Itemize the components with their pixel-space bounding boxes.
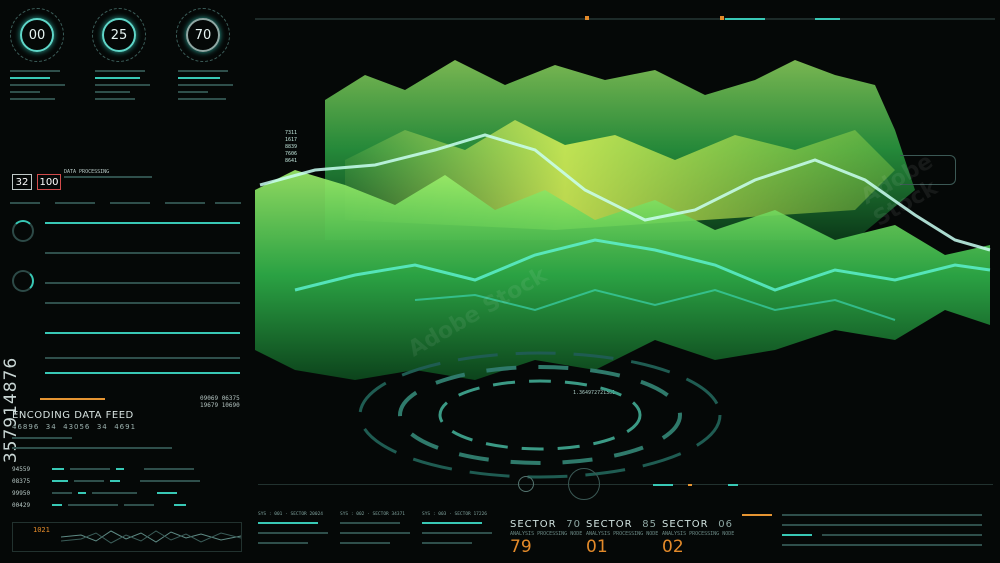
feed-number-2: 34 — [45, 423, 57, 431]
bottom-left-code: 1021 — [33, 526, 50, 534]
gauge-3: 70 — [176, 8, 230, 62]
feed-values: 09069 06375 19679 10690 — [200, 395, 245, 409]
gauge-3-dial: 70 — [186, 18, 220, 52]
system-label-3: SYS : 003 · SECTOR 17226 — [422, 512, 488, 517]
feed-title: ENCODING DATA FEED — [12, 410, 134, 421]
feed-value-1: 09069 — [200, 395, 219, 402]
feed-number-5: 4691 — [114, 423, 137, 431]
feed-underline — [12, 437, 72, 439]
progress-ring-2 — [12, 270, 34, 292]
readout-4: 7606 — [285, 151, 298, 157]
sector-2: SECTOR 85 ANALYSIS PROCESSING NODE 01 — [586, 512, 661, 557]
sector-1-value: 79 — [510, 537, 532, 557]
data-processing-bar — [64, 176, 152, 178]
gauge-1-value: 00 — [28, 27, 46, 43]
system-label-1: SYS : 001 · SECTOR 20024 — [258, 512, 324, 517]
gauge-1-dial: 00 — [20, 18, 54, 52]
value-box-100: 100 — [37, 174, 61, 190]
row-code-2: 08375 — [12, 477, 31, 485]
gauge-1: 00 — [10, 8, 64, 62]
data-grid — [10, 202, 242, 392]
feed-value-2: 06375 — [221, 395, 240, 402]
feed-numbers: 46896 34 43056 34 4691 — [12, 423, 136, 431]
system-label-2: SYS : 002 · SECTOR 34371 — [340, 512, 406, 517]
timeline-ruler — [258, 468, 993, 500]
top-ruler — [255, 12, 995, 26]
value-box-100-text: 100 — [39, 176, 59, 188]
value-box-32: 32 — [12, 174, 32, 190]
feed-number-3: 43056 — [63, 423, 91, 431]
readout-1: 7311 — [285, 130, 298, 136]
terrain-readouts: 7311 1617 8839 7606 8641 — [285, 130, 297, 165]
readout-5: 8641 — [285, 158, 298, 164]
sector-1: SECTOR 70 ANALYSIS PROCESSING NODE 79 — [510, 512, 585, 557]
progress-ring-1 — [12, 220, 34, 242]
sector-1-label: SECTOR — [510, 519, 557, 530]
feed-value-3: 19679 — [200, 402, 219, 409]
feed-value-4: 10690 — [221, 402, 240, 409]
gauge-2-value: 25 — [110, 27, 128, 43]
gauge-info-2 — [95, 70, 155, 105]
gauge-2-dial: 25 — [102, 18, 136, 52]
left-panel: 00 25 70 32 100 DATA PROCESSING 35791487… — [0, 0, 245, 563]
feed-number-1: 46896 — [12, 423, 40, 431]
readout-3: 8839 — [285, 144, 298, 150]
orange-divider — [40, 398, 105, 400]
feed-number-4: 34 — [96, 423, 108, 431]
gauge-info-3 — [178, 70, 238, 105]
bottom-right-grid — [742, 512, 992, 552]
row-code-3: 99950 — [12, 489, 31, 497]
row-code-1: 94559 — [12, 465, 31, 473]
waveform-graph — [61, 530, 241, 544]
sector-1-num: 70 — [566, 519, 581, 530]
radar-rings — [358, 351, 722, 479]
row-code-4: 00429 — [12, 501, 31, 509]
feed-underline-2 — [12, 447, 172, 449]
sector-3-label: SECTOR — [662, 519, 709, 530]
sector-2-label: SECTOR — [586, 519, 633, 530]
sector-2-value: 01 — [586, 537, 608, 557]
code-rows: 94559 08375 99950 00429 — [12, 463, 242, 511]
gauge-2: 25 — [92, 8, 146, 62]
sector-3-value: 02 — [662, 537, 684, 557]
sector-2-num: 85 — [642, 519, 657, 530]
readout-2: 1617 — [285, 137, 298, 143]
gauge-3-value: 70 — [194, 27, 212, 43]
system-labels: SYS : 001 · SECTOR 20024 SYS : 002 · SEC… — [258, 512, 498, 552]
sector-3: SECTOR 06 ANALYSIS PROCESSING NODE 02 — [662, 512, 737, 557]
waveform-box: 1021 — [12, 522, 242, 552]
gauge-info-1 — [10, 70, 70, 105]
sector-3-num: 06 — [718, 519, 733, 530]
data-processing-label: DATA PROCESSING — [64, 169, 110, 175]
value-box-32-text: 32 — [15, 176, 29, 188]
